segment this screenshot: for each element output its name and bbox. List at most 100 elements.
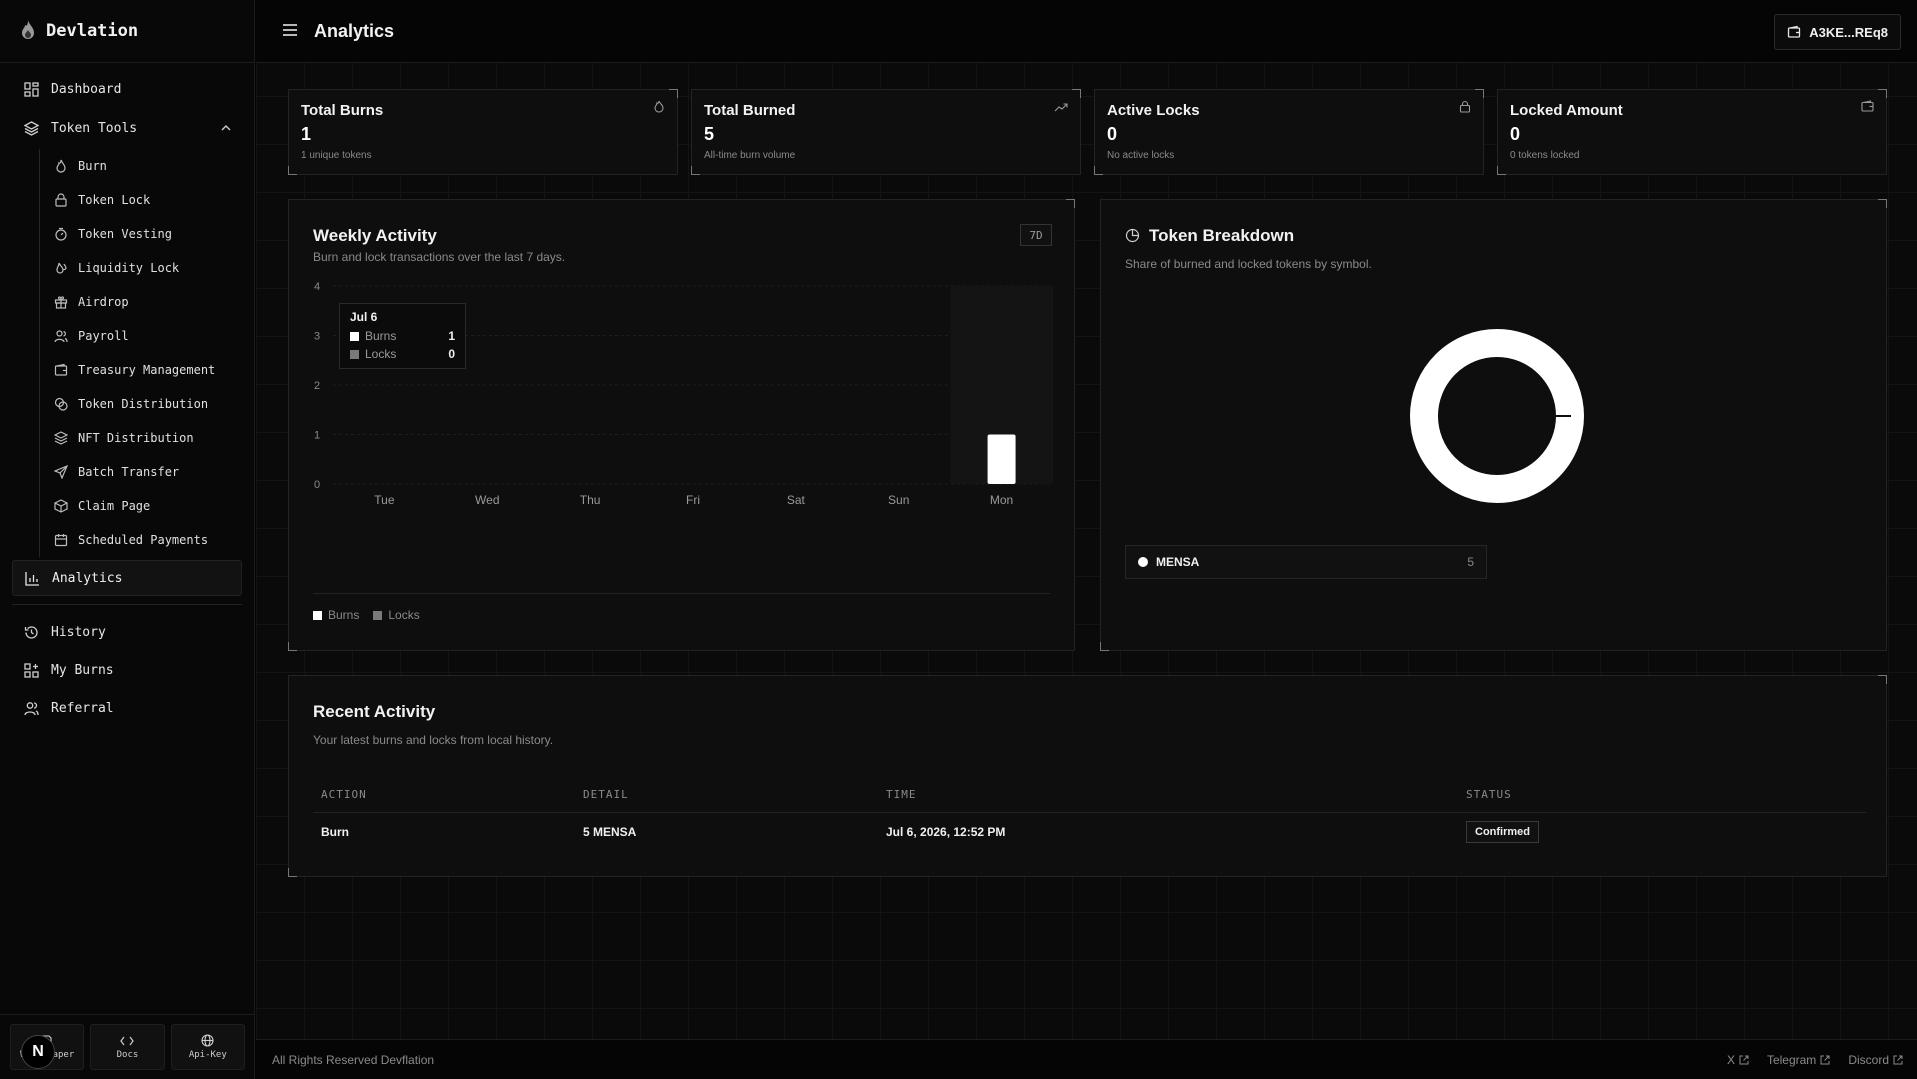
link-label: Discord xyxy=(1848,1052,1889,1067)
external-link-icon xyxy=(1820,1055,1830,1064)
sidebar-item-airdrop[interactable]: Airdrop xyxy=(40,285,242,319)
stat-title: Total Burns xyxy=(301,102,384,119)
sidebar-item-label: Token Distribution xyxy=(78,397,209,411)
sidebar-item-burn[interactable]: Burn xyxy=(40,149,242,183)
sidebar-item-label: Referral xyxy=(51,700,114,716)
trending-up-icon xyxy=(1054,100,1068,115)
sidebar-item-token-lock[interactable]: Token Lock xyxy=(40,183,242,217)
link-label: Telegram xyxy=(1766,1052,1817,1067)
footer-link-discord[interactable]: Discord xyxy=(1848,1053,1903,1067)
donut-chart xyxy=(1410,329,1584,503)
sidebar-item-my-burns[interactable]: My Burns xyxy=(12,651,242,689)
sidebar-item-analytics[interactable]: Analytics xyxy=(12,560,242,596)
stat-title: Locked Amount xyxy=(1510,102,1623,119)
footer-links: X Telegram Discord xyxy=(1727,1053,1903,1067)
gift-icon xyxy=(54,296,68,309)
sidebar-item-treasury-management[interactable]: Treasury Management xyxy=(40,353,242,387)
weekly-activity-title: Weekly Activity xyxy=(313,226,437,245)
sidebar-item-label: My Burns xyxy=(51,662,114,678)
sidebar-item-scheduled-payments[interactable]: Scheduled Payments xyxy=(40,523,242,557)
stat-subtitle: No active locks xyxy=(1107,150,1175,161)
page-footer: All Rights Reserved Devflation X Telegra… xyxy=(256,1039,1917,1079)
token-amount: 5 xyxy=(1467,555,1474,569)
flame-icon xyxy=(653,100,665,116)
sidebar-item-label: Analytics xyxy=(52,570,123,586)
column-header-time: TIME xyxy=(878,778,1458,813)
code-icon xyxy=(120,1036,135,1045)
main-content: Analytics A3KE...REq8 Total Burns 1 1 un… xyxy=(256,0,1917,1079)
recent-activity-card: Recent Activity Your latest burns and lo… xyxy=(288,675,1887,877)
x-tick-label: Tue xyxy=(374,493,395,507)
footer-link-telegram[interactable]: Telegram xyxy=(1767,1053,1830,1067)
tooltip-burns-value: 1 xyxy=(448,329,455,343)
sidebar-item-token-distribution[interactable]: Token Distribution xyxy=(40,387,242,421)
wallet-button[interactable]: A3KE...REq8 xyxy=(1774,14,1901,50)
stat-value: 1 xyxy=(301,124,312,144)
table-row[interactable]: Burn 5 MENSA Jul 6, 2026, 12:52 PM Confi… xyxy=(313,812,1866,852)
tooltip-row-burns: Burns 1 xyxy=(350,327,455,345)
sidebar-item-payroll[interactable]: Payroll xyxy=(40,319,242,353)
legend-dot xyxy=(1138,557,1148,567)
sidebar-group-token-tools[interactable]: Token Tools xyxy=(12,107,242,149)
sidebar-item-dashboard[interactable]: Dashboard xyxy=(12,71,242,107)
cell-action: Burn xyxy=(321,825,349,840)
stat-value: 0 xyxy=(1510,124,1521,144)
flame-icon xyxy=(56,159,66,173)
x-tick-label: Wed xyxy=(475,493,499,507)
sidebar-item-label: Batch Transfer xyxy=(78,465,180,479)
sidebar-item-claim-page[interactable]: Claim Page xyxy=(40,489,242,523)
table-header-row: ACTION DETAIL TIME STATUS xyxy=(313,778,1866,813)
weekly-activity-card: Weekly Activity Burn and lock transactio… xyxy=(288,199,1075,651)
bar-chart-icon xyxy=(25,571,39,586)
whitepaper-button[interactable]: N Whitepaper xyxy=(10,1024,85,1070)
legend-item-locks: Locks xyxy=(373,608,420,622)
breakdown-item-mensa[interactable]: MENSA 5 xyxy=(1125,545,1487,579)
legend-label: Locks xyxy=(388,608,420,622)
y-tick-label: 2 xyxy=(314,380,320,392)
page-title: Analytics xyxy=(314,20,395,41)
chevron-up-icon xyxy=(221,125,231,131)
topbar: Analytics A3KE...REq8 xyxy=(256,0,1917,63)
token-breakdown-title: Token Breakdown xyxy=(1149,226,1295,245)
range-badge[interactable]: 7D xyxy=(1020,224,1052,246)
sidebar-item-label: Burn xyxy=(78,159,107,173)
column-header-action: ACTION xyxy=(313,778,575,813)
column-header-detail: DETAIL xyxy=(575,778,878,813)
footer-link-x[interactable]: X xyxy=(1727,1053,1749,1067)
legend-item-burns: Burns xyxy=(313,608,359,622)
wallet-icon xyxy=(1861,100,1874,115)
brand-title: Devlation xyxy=(46,21,139,41)
sidebar-item-label: History xyxy=(51,624,106,640)
sidebar-footer: N Whitepaper Docs Api-Key xyxy=(0,1014,255,1079)
chart-legend: Burns Locks xyxy=(313,608,420,622)
tooltip-row-locks: Locks 0 xyxy=(350,345,455,363)
sidebar-item-token-vesting[interactable]: Token Vesting xyxy=(40,217,242,251)
sidebar-item-batch-transfer[interactable]: Batch Transfer xyxy=(40,455,242,489)
api-key-button[interactable]: Api-Key xyxy=(170,1024,245,1070)
sidebar-item-label: Payroll xyxy=(78,329,129,343)
history-icon xyxy=(24,625,38,639)
lock-icon xyxy=(1459,100,1471,116)
bar-burns[interactable] xyxy=(987,434,1016,485)
avatar[interactable]: N xyxy=(21,1035,55,1069)
cell-status: Confirmed xyxy=(1458,812,1866,852)
docs-label: Docs xyxy=(116,1049,139,1060)
link-label: X xyxy=(1726,1052,1735,1067)
brand[interactable]: Devlation xyxy=(0,0,254,63)
y-tick-label: 1 xyxy=(314,430,320,442)
stat-subtitle: All-time burn volume xyxy=(704,150,796,161)
column-header-status: STATUS xyxy=(1458,778,1866,813)
sidebar-item-referral[interactable]: Referral xyxy=(12,689,242,727)
token-breakdown-card: Token Breakdown Share of burned and lock… xyxy=(1100,199,1887,651)
x-tick-label: Thu xyxy=(580,493,601,507)
coins-icon xyxy=(54,397,68,411)
flame-logo-icon xyxy=(18,19,38,44)
menu-icon[interactable] xyxy=(282,23,298,40)
sidebar-item-history[interactable]: History xyxy=(12,613,242,651)
docs-button[interactable]: Docs xyxy=(90,1024,165,1070)
cell-detail: 5 MENSA xyxy=(583,825,637,840)
sidebar-item-nft-distribution[interactable]: NFT Distribution xyxy=(40,421,242,455)
layers-icon xyxy=(24,120,39,136)
sidebar-item-liquidity-lock[interactable]: Liquidity Lock xyxy=(40,251,242,285)
sidebar-item-label: Dashboard xyxy=(51,81,122,97)
